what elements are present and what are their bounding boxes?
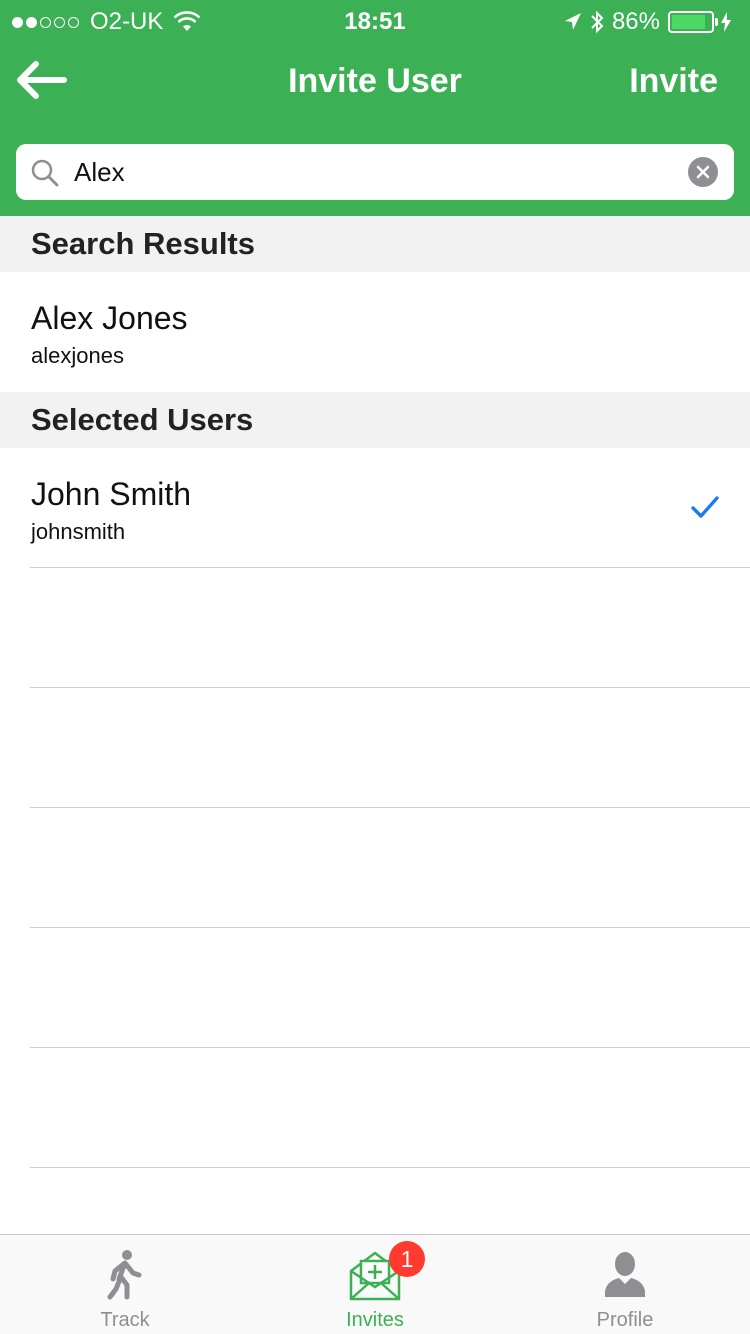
back-arrow-icon	[17, 61, 67, 99]
status-right: 86%	[564, 8, 740, 36]
status-left: O2-UK	[12, 8, 201, 36]
search-icon	[31, 159, 59, 187]
row-separator	[30, 807, 750, 808]
location-arrow-icon	[564, 13, 581, 30]
signal-strength-icon	[12, 16, 82, 28]
section-header-search-results: Search Results	[0, 216, 750, 272]
section-header-selected-users: Selected Users	[0, 392, 750, 448]
tab-profile[interactable]: Profile	[500, 1235, 750, 1334]
close-icon	[696, 165, 710, 179]
row-separator	[30, 1167, 750, 1168]
notification-badge: 1	[389, 1241, 425, 1277]
walking-person-icon	[107, 1250, 142, 1300]
invite-button[interactable]: Invite	[629, 62, 718, 101]
person-silhouette-icon	[605, 1252, 645, 1297]
user-name: John Smith	[31, 476, 192, 512]
back-button[interactable]	[14, 58, 68, 102]
wifi-icon	[173, 11, 201, 31]
user-username: johnsmith	[31, 519, 126, 544]
bluetooth-icon	[591, 10, 604, 34]
nav-header: O2-UK 18:51 86% Invite User Invite Alex	[0, 0, 750, 216]
tab-label: Profile	[596, 1309, 654, 1331]
battery-percentage: 86%	[611, 8, 660, 35]
charging-bolt-icon	[721, 12, 731, 32]
selected-user-row[interactable]: John Smith johnsmith	[0, 448, 750, 568]
user-name: Alex Jones	[31, 300, 188, 336]
search-input[interactable]	[74, 152, 674, 192]
search-result-row[interactable]: Alex Jones alexjones	[0, 272, 750, 392]
checkmark-icon	[691, 496, 719, 518]
user-username: alexjones	[31, 343, 124, 368]
tab-label: Track	[100, 1309, 150, 1331]
tab-track[interactable]: Track	[0, 1235, 250, 1334]
row-separator	[30, 927, 750, 928]
carrier-name: O2-UK	[90, 8, 164, 35]
battery-icon	[668, 11, 718, 33]
row-separator	[30, 1047, 750, 1048]
tab-label: Invites	[346, 1309, 404, 1331]
search-bar[interactable]	[16, 144, 734, 200]
row-separator	[30, 687, 750, 688]
clear-search-button[interactable]	[688, 157, 718, 187]
row-separator	[30, 567, 750, 568]
tab-invites[interactable]: 1 Invites	[250, 1235, 500, 1334]
battery-level	[672, 15, 705, 29]
status-bar: O2-UK 18:51 86%	[0, 0, 750, 40]
tab-bar: Track 1 Invites Profile	[0, 1234, 750, 1334]
